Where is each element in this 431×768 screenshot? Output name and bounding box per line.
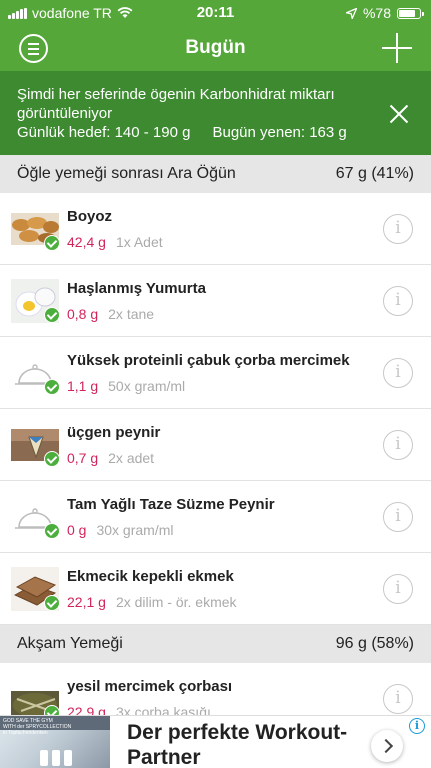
- serving-quantity: 30x gram/ml: [96, 522, 174, 538]
- section-name: Öğle yemeği sonrası Ara Öğün: [17, 165, 236, 182]
- daily-goal: Günlük hedef: 140 - 190 g: [17, 124, 191, 141]
- food-item[interactable]: Boyoz 42,4 g 1x Adet i: [0, 193, 431, 265]
- banner-goals: Günlük hedef: 140 - 190 g Bugün yenen: 1…: [17, 123, 431, 142]
- nav-bar: Bugün: [0, 26, 431, 71]
- eaten-today: Bugün yenen: 163 g: [212, 124, 347, 141]
- section-name: Akşam Yemeği: [17, 635, 123, 652]
- battery-icon: [397, 7, 424, 19]
- check-icon: [44, 235, 60, 251]
- carb-amount: 42,4 g: [67, 234, 106, 250]
- food-name: Tam Yağlı Taze Süzme Peynir: [67, 496, 275, 513]
- info-icon[interactable]: i: [383, 684, 413, 714]
- food-item[interactable]: Ekmecik kepekli ekmek 22,1 g 2x dilim - ö…: [0, 553, 431, 625]
- close-icon[interactable]: [389, 104, 409, 124]
- food-name: Boyoz: [67, 208, 112, 225]
- status-bar: vodafone TR 20:11 %78: [0, 0, 431, 26]
- ad-image[interactable]: GOD SAVE THE GYM WITH der SPRYCOLLECTION…: [0, 716, 110, 768]
- food-name: üçgen peynir: [67, 424, 161, 441]
- carb-amount: 0 g: [67, 522, 87, 538]
- food-item[interactable]: Yüksek proteinli çabuk çorba mercimek 1,…: [0, 337, 431, 409]
- page-title: Bugün: [185, 37, 246, 58]
- food-name: yesil mercimek çorbası: [67, 678, 233, 695]
- info-icon[interactable]: i: [383, 574, 413, 604]
- food-item[interactable]: Haşlanmış Yumurta 0,8 g 2x tane i: [0, 265, 431, 337]
- battery-percent: %78: [362, 5, 391, 21]
- food-amount: 42,4 g 1x Adet: [67, 234, 163, 250]
- info-icon[interactable]: i: [383, 430, 413, 460]
- serving-quantity: 2x tane: [108, 306, 155, 322]
- info-icon[interactable]: i: [383, 286, 413, 316]
- check-icon: [44, 523, 60, 539]
- carb-amount: 0,8 g: [67, 306, 99, 322]
- location-arrow-icon: [345, 7, 357, 19]
- check-icon: [44, 451, 60, 467]
- ad-banner[interactable]: GOD SAVE THE GYM WITH der SPRYCOLLECTION…: [0, 715, 431, 768]
- section-total: 67 g (41%): [335, 165, 414, 182]
- serving-quantity: 2x adet: [108, 450, 155, 466]
- carb-amount: 0,7 g: [67, 450, 99, 466]
- food-item[interactable]: Tam Yağlı Taze Süzme Peynir 0 g 30x gram/…: [0, 481, 431, 553]
- serving-quantity: 1x Adet: [115, 234, 163, 250]
- food-amount: 0 g 30x gram/ml: [67, 522, 174, 538]
- check-icon: [44, 307, 60, 323]
- section-header-snack[interactable]: Öğle yemeği sonrası Ara Öğün 67 g (41%): [0, 155, 431, 193]
- section-header-dinner[interactable]: Akşam Yemeği 96 g (58%): [0, 625, 431, 663]
- ad-headline[interactable]: Der perfekte Workout-Partner: [127, 720, 357, 768]
- info-banner: Şimdi her seferinde ögenin Karbonhidrat …: [0, 71, 431, 155]
- add-entry-button[interactable]: [380, 31, 414, 65]
- food-name: Yüksek proteinli çabuk çorba mercimek: [67, 352, 350, 369]
- check-icon: [44, 379, 60, 395]
- ad-info-icon[interactable]: i: [409, 718, 425, 734]
- info-icon[interactable]: i: [383, 214, 413, 244]
- info-icon[interactable]: i: [383, 358, 413, 388]
- carb-amount: 22,1 g: [67, 594, 106, 610]
- chevron-right-icon[interactable]: [371, 730, 403, 762]
- food-amount: 0,8 g 2x tane: [67, 306, 154, 322]
- food-amount: 0,7 g 2x adet: [67, 450, 154, 466]
- status-right: %78: [345, 5, 424, 21]
- food-name: Haşlanmış Yumurta: [67, 280, 206, 297]
- serving-quantity: 2x dilim - ör. ekmek: [115, 594, 237, 610]
- banner-message: Şimdi her seferinde ögenin Karbonhidrat …: [17, 86, 335, 122]
- check-icon: [44, 595, 60, 611]
- carb-amount: 1,1 g: [67, 378, 99, 394]
- section-total: 96 g (58%): [335, 635, 414, 652]
- ad-image-text: GOD SAVE THE GYM WITH der SPRYCOLLECTION…: [3, 718, 72, 736]
- food-amount: 22,1 g 2x dilim - ör. ekmek: [67, 594, 237, 610]
- food-amount: 1,1 g 50x gram/ml: [67, 378, 185, 394]
- food-name: Ekmecik kepekli ekmek: [67, 568, 234, 585]
- food-item[interactable]: üçgen peynir 0,7 g 2x adet i: [0, 409, 431, 481]
- info-icon[interactable]: i: [383, 502, 413, 532]
- serving-quantity: 50x gram/ml: [108, 378, 186, 394]
